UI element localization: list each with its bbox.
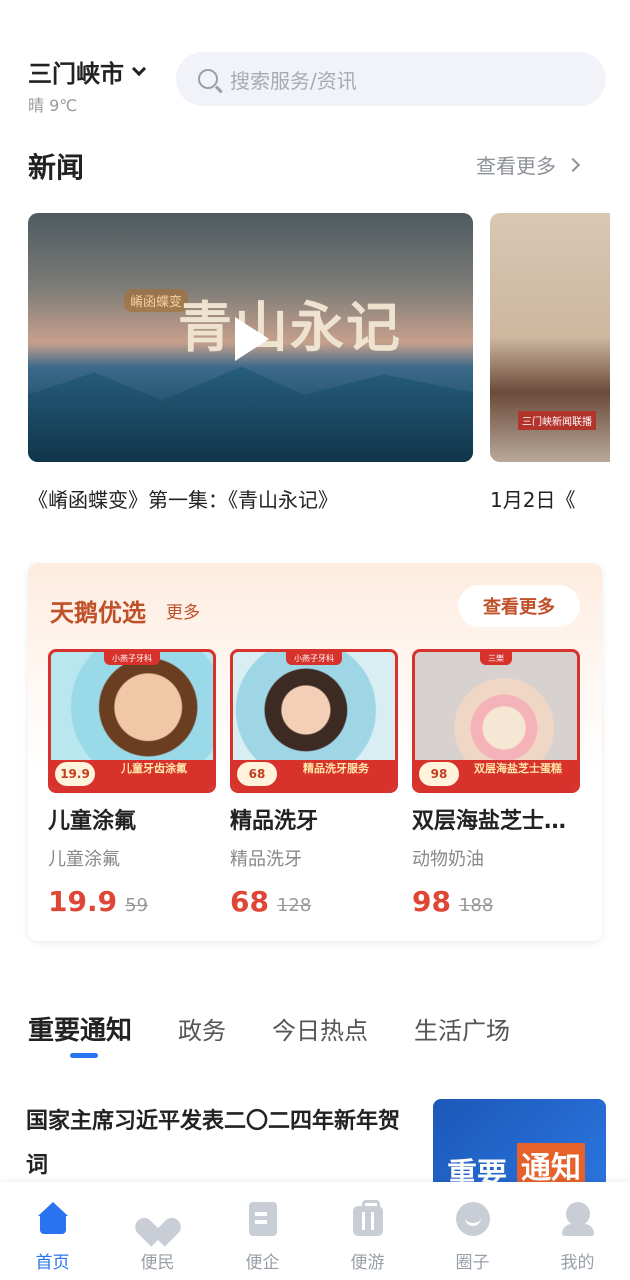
news-more-label: 查看更多	[476, 154, 556, 178]
news-card-video[interactable]: 崤函蝶变 青山永记	[28, 213, 473, 462]
chevron-down-icon	[131, 61, 147, 76]
chevron-right-icon	[565, 157, 581, 172]
product-name: 儿童涂氟	[48, 809, 137, 834]
product-shop-tag: 三樂	[480, 652, 512, 665]
nav-label: 圈子	[455, 1253, 490, 1273]
nav-travel[interactable]: 便游	[315, 1182, 420, 1280]
product-banner-text: 精品洗牙服务	[303, 762, 369, 775]
user-icon	[561, 1202, 595, 1236]
nav-mine[interactable]: 我的	[525, 1182, 630, 1280]
home-icon	[36, 1202, 70, 1236]
bottom-nav: 首页 便民 便企 便游 圈子 我的	[0, 1182, 630, 1280]
price-current: 98	[412, 885, 451, 918]
price-original: 188	[458, 895, 494, 916]
nav-enterprise[interactable]: 便企	[210, 1182, 315, 1280]
notice-title[interactable]: 国家主席习近平发表二〇二四年新年贺词	[26, 1100, 416, 1188]
nav-circle[interactable]: 圈子	[420, 1182, 525, 1280]
product-image: 三樂 98 双层海盐芝士蛋糕	[412, 649, 580, 793]
product-shop-tag: 小燕子牙科	[286, 652, 342, 665]
tab-hot-today[interactable]: 今日热点	[272, 1011, 368, 1046]
luggage-icon	[352, 1200, 383, 1236]
product-card[interactable]: 小燕子牙科 68 精品洗牙服务 精品洗牙 精品洗牙 68 128	[230, 649, 398, 918]
product-desc: 儿童涂氟	[48, 849, 120, 870]
cover-title: 青山永记	[178, 295, 402, 359]
chat-icon	[455, 1202, 490, 1236]
product-price-badge: 19.9	[55, 762, 95, 786]
search-input[interactable]: 搜索服务/资讯	[176, 52, 606, 106]
product-name: 双层海盐芝士蛋糕	[412, 809, 580, 834]
play-icon[interactable]	[235, 317, 269, 361]
news-card-2[interactable]: 三门峡新闻联播	[490, 213, 610, 462]
product-price-badge: 98	[419, 762, 459, 786]
heart-icon	[141, 1202, 175, 1236]
tab-life-square[interactable]: 生活广场	[414, 1011, 510, 1046]
product-card[interactable]: 小燕子牙科 19.9 儿童牙齿涂氟 儿童涂氟 儿童涂氟 19.9 59	[48, 649, 216, 918]
product-desc: 精品洗牙	[230, 849, 302, 870]
search-icon	[198, 69, 218, 89]
tab-government[interactable]: 政务	[178, 1011, 226, 1046]
product-name: 精品洗牙	[230, 809, 319, 834]
product-banner-text: 儿童牙齿涂氟	[121, 762, 187, 775]
news-caption[interactable]: 1月2日《	[490, 484, 590, 513]
product-price: 68 128	[230, 885, 398, 918]
city-selector[interactable]: 三门峡市	[28, 54, 147, 89]
product-price: 98 188	[412, 885, 580, 918]
promo-title: 天鹅优选	[50, 599, 146, 627]
product-desc: 动物奶油	[412, 849, 484, 870]
nav-home[interactable]: 首页	[0, 1182, 105, 1280]
nav-label: 我的	[560, 1253, 595, 1273]
tab-active-indicator	[70, 1053, 98, 1058]
search-placeholder: 搜索服务/资讯	[230, 68, 357, 93]
tab-important-notice[interactable]: 重要通知	[28, 1010, 132, 1047]
nav-label: 便企	[245, 1253, 280, 1273]
document-icon	[248, 1202, 277, 1236]
price-original: 59	[125, 895, 148, 916]
product-image: 小燕子牙科 68 精品洗牙服务	[230, 649, 398, 793]
promo-panel: 天鹅优选 更多 查看更多 小燕子牙科 19.9 儿童牙齿涂氟 儿童涂氟 儿童涂氟…	[28, 563, 602, 941]
cover-banner: 三门峡新闻联播	[518, 411, 596, 430]
cover-image	[28, 366, 473, 462]
nav-label: 便民	[140, 1253, 175, 1273]
news-section-title: 新闻	[28, 151, 85, 184]
product-banner-text: 双层海盐芝士蛋糕	[474, 762, 562, 775]
price-original: 128	[276, 895, 312, 916]
weather-text: 晴 9℃	[28, 96, 78, 115]
promo-more-text[interactable]: 更多	[166, 598, 200, 623]
product-price-badge: 68	[237, 762, 277, 786]
product-price: 19.9 59	[48, 885, 216, 918]
product-shop-tag: 小燕子牙科	[104, 652, 160, 665]
news-caption[interactable]: 《崤函蝶变》第一集：《青山永记》	[28, 484, 338, 513]
promo-more-button[interactable]: 查看更多	[458, 585, 580, 627]
price-current: 19.9	[48, 885, 118, 918]
news-more-link[interactable]: 查看更多	[476, 150, 581, 179]
notice-tabs: 重要通知 政务 今日热点 生活广场	[28, 1010, 556, 1047]
product-image: 小燕子牙科 19.9 儿童牙齿涂氟	[48, 649, 216, 793]
product-card[interactable]: 三樂 98 双层海盐芝士蛋糕 双层海盐芝士蛋糕 动物奶油 98 188	[412, 649, 580, 918]
city-name: 三门峡市	[28, 60, 124, 88]
nav-label: 便游	[350, 1253, 385, 1273]
nav-citizen[interactable]: 便民	[105, 1182, 210, 1280]
notice-thumb-text: 通知	[517, 1143, 585, 1187]
price-current: 68	[230, 885, 269, 918]
nav-label: 首页	[35, 1253, 70, 1273]
